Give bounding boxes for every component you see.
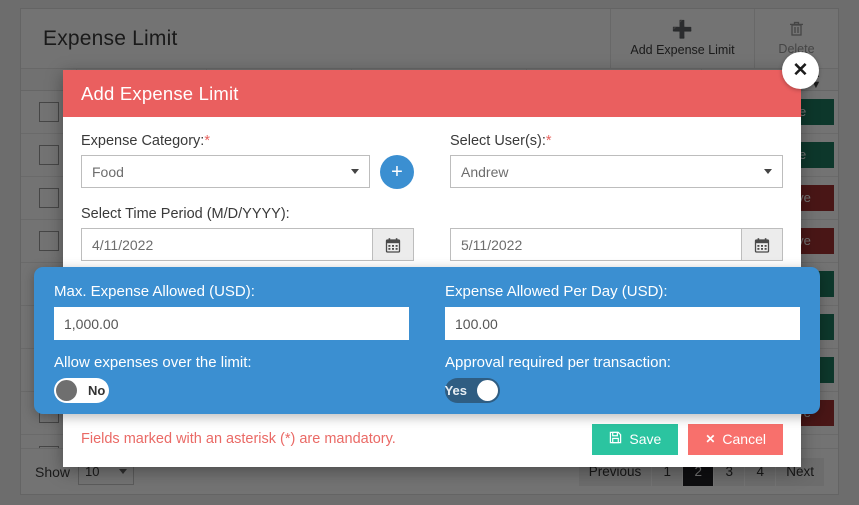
- chevron-down-icon: [351, 169, 359, 174]
- modal-title: Add Expense Limit: [81, 82, 239, 104]
- allow-over-limit-value: No: [88, 383, 106, 398]
- cancel-button[interactable]: ✕ Cancel: [688, 423, 783, 455]
- select-users-group: Select User(s):* Andrew: [432, 133, 783, 206]
- modal-header: Add Expense Limit: [63, 70, 801, 117]
- time-period-label: Select Time Period (M/D/YYYY):: [81, 206, 290, 222]
- per-day-expense-label: Expense Allowed Per Day (USD):: [445, 283, 668, 300]
- start-date-value[interactable]: 4/11/2022: [81, 228, 372, 261]
- expense-category-label-text: Expense Category:: [81, 133, 205, 149]
- field-row-1: Expense Category:* Food + Select User(s)…: [81, 133, 783, 206]
- add-category-button[interactable]: +: [380, 155, 414, 189]
- chevron-down-icon: [764, 169, 772, 174]
- screen: Expense Limit ➕ Add Expense Limit: [0, 0, 859, 505]
- expense-category-group: Expense Category:* Food +: [81, 133, 432, 206]
- approval-required-toggle[interactable]: Yes: [445, 378, 500, 403]
- mandatory-note: Fields marked with an asterisk (*) are m…: [81, 431, 396, 447]
- modal-footer: Fields marked with an asterisk (*) are m…: [63, 411, 801, 467]
- expense-category-select[interactable]: Food: [81, 155, 370, 188]
- save-label: Save: [629, 431, 662, 447]
- required-asterisk: *: [204, 133, 210, 149]
- modal-body: Expense Category:* Food + Select User(s)…: [63, 117, 801, 278]
- approval-required-label: Approval required per transaction:: [445, 354, 671, 371]
- toggle-knob: [56, 380, 77, 401]
- plus-icon: +: [391, 161, 403, 183]
- calendar-icon[interactable]: [372, 228, 414, 261]
- calendar-icon[interactable]: [741, 228, 783, 261]
- save-button[interactable]: Save: [592, 423, 679, 455]
- expense-category-label: Expense Category:*: [81, 133, 414, 149]
- approval-required-value: Yes: [444, 383, 467, 398]
- max-expense-input[interactable]: 1,000.00: [54, 307, 409, 340]
- end-date-spacer: [450, 206, 783, 222]
- expense-category-value: Food: [92, 163, 124, 180]
- toggle-knob: [477, 380, 498, 401]
- allow-over-limit-toggle[interactable]: No: [54, 378, 109, 403]
- save-icon: [609, 431, 622, 447]
- per-day-expense-input[interactable]: 100.00: [445, 307, 800, 340]
- cancel-label: Cancel: [722, 431, 766, 447]
- max-expense-group: Max. Expense Allowed (USD): 1,000.00 All…: [54, 283, 427, 403]
- allow-over-limit-label: Allow expenses over the limit:: [54, 354, 252, 371]
- select-users-value: Andrew: [461, 163, 509, 180]
- max-expense-label: Max. Expense Allowed (USD):: [54, 283, 255, 300]
- select-users-label: Select User(s):*: [450, 133, 783, 149]
- select-users-label-text: Select User(s):: [450, 133, 546, 149]
- modal-action-buttons: Save ✕ Cancel: [592, 423, 783, 455]
- x-icon: ✕: [705, 432, 716, 446]
- start-date-field[interactable]: 4/11/2022: [81, 228, 414, 261]
- select-users-select[interactable]: Andrew: [450, 155, 783, 188]
- per-day-expense-group: Expense Allowed Per Day (USD): 100.00 Ap…: [427, 283, 800, 403]
- required-asterisk: *: [545, 133, 552, 149]
- close-icon[interactable]: ✕: [782, 52, 819, 89]
- end-date-field[interactable]: 5/11/2022: [450, 228, 783, 261]
- end-date-value[interactable]: 5/11/2022: [450, 228, 741, 261]
- expense-limits-panel: Max. Expense Allowed (USD): 1,000.00 All…: [34, 267, 820, 414]
